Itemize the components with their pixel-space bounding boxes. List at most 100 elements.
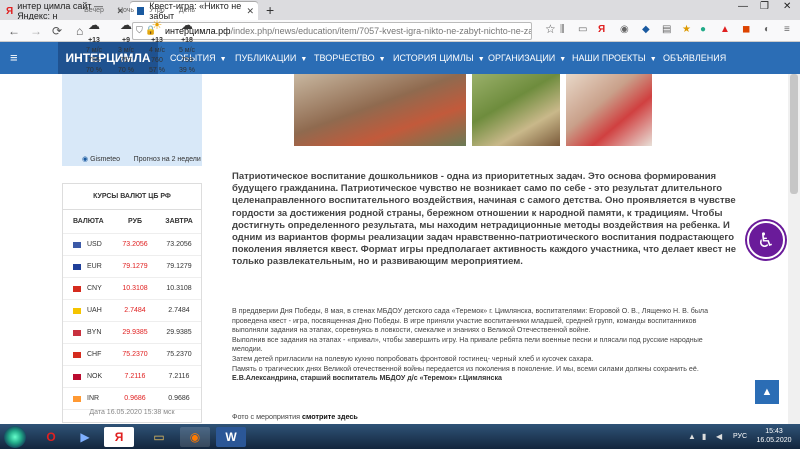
weather-column: Вечер ☁ +13 7 м/с 755 70 % bbox=[78, 6, 110, 76]
explorer-icon[interactable]: ▭ bbox=[144, 427, 174, 447]
forecast-link[interactable]: Прогноз на 2 недели bbox=[134, 156, 201, 163]
extension-icon[interactable]: ▤ bbox=[662, 24, 671, 35]
photos-prefix: Фото с мероприятия bbox=[232, 412, 301, 421]
menu-item-organizations[interactable]: ОРГАНИЗАЦИИ ▼ bbox=[488, 53, 566, 63]
extension-icon[interactable]: ◆ bbox=[642, 24, 650, 35]
flag-icon bbox=[73, 285, 81, 292]
menu-icon[interactable]: ≡ bbox=[784, 24, 790, 35]
extension-icon[interactable]: ● bbox=[700, 24, 706, 35]
chevron-down-icon: ▼ bbox=[300, 56, 308, 63]
weather-column: Утро ☀ +13 4 м/с 760 57 % bbox=[141, 6, 173, 76]
yandex-browser-icon[interactable]: Я bbox=[104, 427, 134, 447]
accessibility-icon[interactable]: ♿ bbox=[747, 221, 785, 259]
gismeteo-label: Gismeteo bbox=[90, 156, 121, 163]
account-icon[interactable]: ◐ bbox=[764, 24, 770, 35]
new-tab-icon[interactable]: + bbox=[266, 2, 274, 18]
article-paragraph: Затем детей пригласили на полевую кухню … bbox=[232, 354, 594, 363]
extension-icon[interactable]: ◼ bbox=[742, 24, 750, 35]
cloud-rain-icon: ☁ bbox=[88, 18, 100, 32]
chevron-down-icon: ▼ bbox=[649, 56, 657, 63]
close-window-icon[interactable]: ✕ bbox=[783, 1, 791, 12]
tray-arrow-icon[interactable]: ▲ bbox=[688, 432, 696, 441]
network-icon[interactable]: ▮ bbox=[702, 432, 706, 441]
menu-item-publications[interactable]: ПУБЛИКАЦИИ ▼ bbox=[235, 53, 307, 63]
language-indicator[interactable]: РУС bbox=[733, 433, 747, 440]
menu-item-creativity[interactable]: ТВОРЧЕСТВО ▼ bbox=[314, 53, 386, 63]
chevron-down-icon: ▼ bbox=[219, 56, 227, 63]
menu-item-history[interactable]: ИСТОРИЯ ЦИМЛЫ ▼ bbox=[393, 53, 485, 63]
back-icon[interactable]: ← bbox=[8, 24, 20, 38]
flag-icon bbox=[73, 329, 81, 336]
sidebar-icon[interactable]: ▭ bbox=[578, 24, 587, 35]
flag-icon bbox=[73, 263, 81, 270]
flag-icon bbox=[73, 395, 81, 402]
photos-link[interactable]: смотрите здесь bbox=[302, 412, 358, 421]
sun-cloud-icon: ☀ bbox=[151, 18, 163, 32]
flag-icon bbox=[73, 241, 81, 248]
extension-icon[interactable]: ▲ bbox=[720, 24, 730, 35]
start-button[interactable] bbox=[4, 426, 26, 448]
article-paragraph: Память о трагических днях Великой отечес… bbox=[232, 364, 699, 373]
gismeteo-bar[interactable]: ◉ Gismeteo Прогноз на 2 недели bbox=[82, 155, 201, 163]
currency-rows: USD 73.2056 73.2056 EUR 79.1279 79.1279 CNY 10.… bbox=[63, 234, 201, 410]
bookmark-star-icon[interactable]: ☆ bbox=[545, 22, 556, 36]
currency-row: USD 73.2056 73.2056 bbox=[63, 234, 201, 256]
currency-title: КУРСЫ ВАЛЮТ ЦБ РФ bbox=[63, 184, 201, 210]
cloud-icon: ☁ bbox=[181, 18, 193, 32]
menu-item-projects[interactable]: НАШИ ПРОЕКТЫ ▼ bbox=[572, 53, 657, 63]
flag-icon bbox=[73, 373, 81, 380]
yandex-ext-icon[interactable]: Я bbox=[598, 24, 605, 35]
currency-widget: КУРСЫ ВАЛЮТ ЦБ РФ ВАЛЮТА РУБ ЗАВТРА USD 7… bbox=[62, 183, 202, 423]
media-player-icon[interactable]: ▶ bbox=[70, 427, 100, 447]
url-path: /index.php/news/education/item/7057-kves… bbox=[230, 26, 532, 36]
currency-row: BYN 29.9385 29.9385 bbox=[63, 322, 201, 344]
flag-icon bbox=[73, 351, 81, 358]
article-author: Е.В.Александрина, старший воспитатель МБ… bbox=[232, 374, 503, 383]
article-paragraph: Выполнив все задания на этапах - «привал… bbox=[232, 335, 703, 354]
forward-icon[interactable]: → bbox=[30, 24, 42, 38]
extension-icon[interactable]: ◉ bbox=[620, 24, 629, 35]
weather-widget bbox=[62, 74, 202, 166]
weather-column: День ☁ +18 5 м/с 759 39 % bbox=[171, 6, 203, 76]
moon-cloud-icon: ☁ bbox=[120, 18, 132, 32]
currency-row: NOK 7.2116 7.2116 bbox=[63, 366, 201, 388]
chevron-down-icon: ▼ bbox=[477, 56, 485, 63]
currency-row: CHF 75.2370 75.2370 bbox=[63, 344, 201, 366]
word-icon[interactable]: W bbox=[216, 427, 246, 447]
library-icon[interactable]: ⫼ bbox=[560, 24, 565, 35]
event-photo[interactable] bbox=[472, 74, 560, 146]
chevron-down-icon: ▼ bbox=[559, 56, 567, 63]
gismeteo-icon: ◉ bbox=[82, 156, 89, 163]
maximize-icon[interactable]: ❐ bbox=[760, 1, 769, 12]
hamburger-menu-icon[interactable]: ≡ bbox=[10, 50, 18, 65]
scrollbar-thumb[interactable] bbox=[790, 74, 798, 194]
weather-column: Ночь ☁ +9 3 м/с 757 70 % bbox=[110, 6, 142, 76]
opera-icon[interactable]: O bbox=[36, 427, 66, 447]
clock-date: 16.05.2020 bbox=[756, 437, 792, 444]
volume-icon[interactable]: ◀ bbox=[716, 432, 722, 441]
currency-row: INR 0.9686 0.9686 bbox=[63, 388, 201, 410]
currency-header-row: ВАЛЮТА РУБ ЗАВТРА bbox=[63, 210, 201, 234]
scroll-to-top-button[interactable]: ▲ bbox=[755, 380, 779, 404]
currency-row: UAH 2.7484 2.7484 bbox=[63, 300, 201, 322]
minimize-icon[interactable]: — bbox=[738, 1, 748, 12]
extension-icon[interactable]: ★ bbox=[682, 24, 691, 35]
clock[interactable]: 15:43 16.05.2020 bbox=[752, 427, 796, 445]
event-photo[interactable] bbox=[294, 74, 466, 146]
clock-time: 15:43 bbox=[765, 428, 783, 435]
article-paragraph: В преддверии Дня Победы, 8 мая, в стенах… bbox=[232, 307, 709, 335]
photos-line: Фото с мероприятия смотрите здесь bbox=[232, 412, 358, 421]
firefox-icon[interactable]: ◉ bbox=[180, 427, 210, 447]
chevron-down-icon: ▼ bbox=[378, 56, 386, 63]
article-lead: Патриотическое воспитание дошкольников -… bbox=[232, 171, 737, 268]
reload-icon[interactable]: ⟳ bbox=[52, 24, 62, 38]
article-body: В преддверии Дня Победы, 8 мая, в стенах… bbox=[232, 307, 722, 384]
close-tab-icon[interactable]: ✕ bbox=[246, 6, 254, 17]
currency-row: EUR 79.1279 79.1279 bbox=[63, 256, 201, 278]
currency-date: Дата 16.05.2020 15:38 мск bbox=[89, 409, 175, 416]
menu-item-announcements[interactable]: ОБЪЯВЛЕНИЯ bbox=[663, 53, 726, 63]
event-photo[interactable] bbox=[566, 74, 652, 146]
currency-row: CNY 10.3108 10.3108 bbox=[63, 278, 201, 300]
flag-icon bbox=[73, 307, 81, 314]
yandex-icon: Я bbox=[6, 5, 14, 17]
